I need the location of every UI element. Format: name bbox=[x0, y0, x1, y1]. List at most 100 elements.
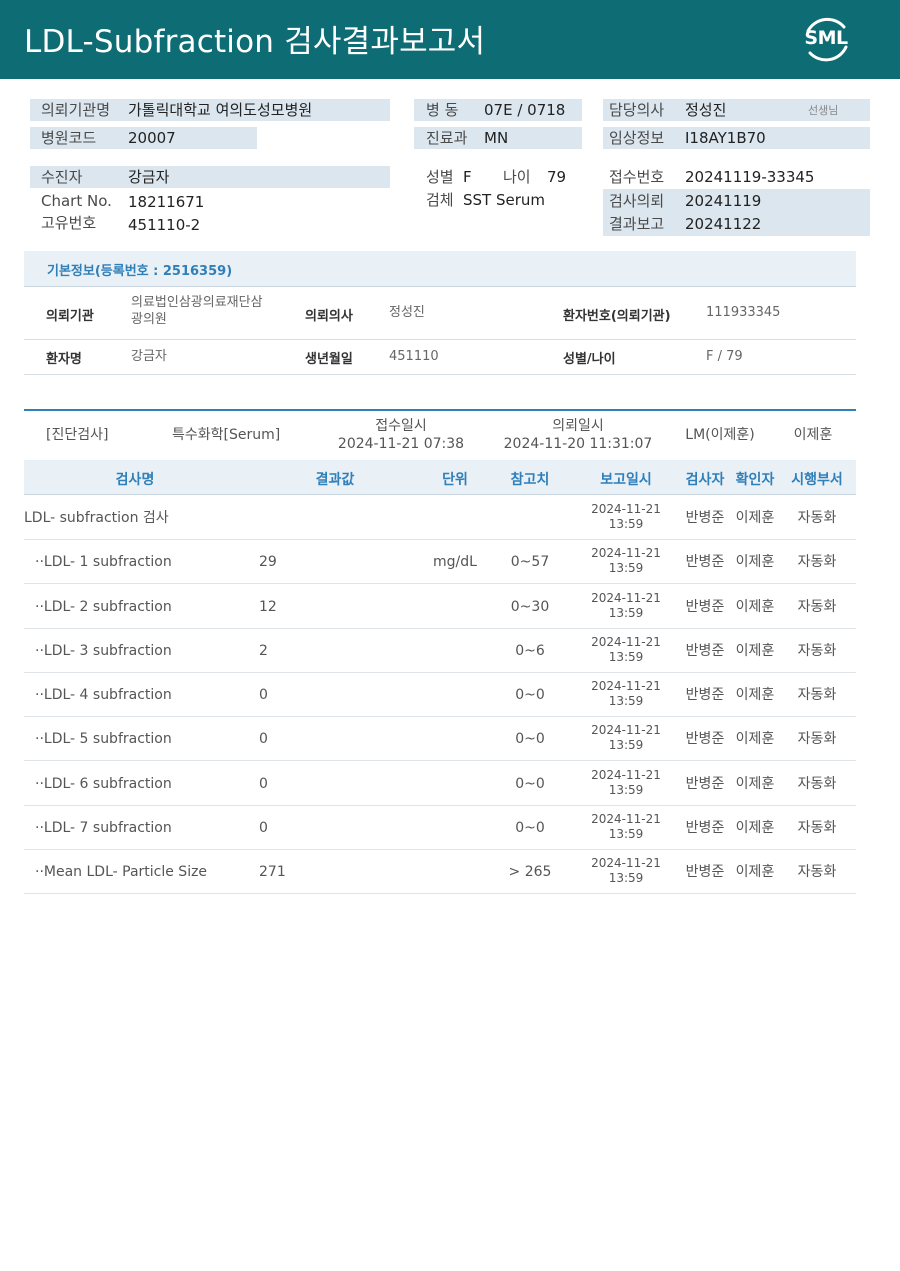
confirmer: 이제훈 bbox=[735, 731, 775, 748]
institution-value: 가톨릭대학교 여의도성모병원 bbox=[128, 101, 313, 119]
specimen-value: SST Serum bbox=[463, 191, 546, 209]
th-result: 결과값 bbox=[315, 472, 355, 488]
unique-value: 451110-2 bbox=[128, 216, 201, 234]
ward-value: 07E / 0718 bbox=[484, 101, 566, 119]
performing-dept: 자동화 bbox=[797, 554, 837, 571]
dept-value: MN bbox=[484, 129, 509, 147]
result-value: 12 bbox=[259, 598, 277, 615]
doctor-value: 정성진 bbox=[685, 101, 727, 119]
confirmer: 이제훈 bbox=[735, 554, 775, 571]
basic-k3: 성별/나이 bbox=[563, 352, 616, 367]
received-label: 접수일시 bbox=[375, 418, 427, 434]
result-value: 2 bbox=[259, 642, 268, 659]
basic-v2: 정성진 bbox=[389, 305, 425, 320]
meta-confirmer: 이제훈 bbox=[793, 427, 833, 443]
report-date: 2024-11-21 bbox=[591, 856, 661, 870]
reference-range: 0~0 bbox=[515, 687, 545, 703]
reference-range: 0~0 bbox=[515, 819, 545, 836]
test-name: LDL- subfraction 검사 bbox=[24, 510, 169, 526]
basic-v1: 의료법인삼광의료재단삼 광의원 bbox=[131, 295, 263, 327]
report-date: 2024-11-21 bbox=[591, 723, 661, 738]
tester: 반병준 bbox=[685, 731, 725, 748]
report-date: 2024-11-21 bbox=[591, 679, 661, 693]
result-value: 0 bbox=[259, 687, 268, 703]
reference-range: > 265 bbox=[508, 864, 552, 880]
patient-value: 강금자 bbox=[128, 168, 170, 186]
report-time: 13:59 bbox=[608, 782, 644, 797]
th-report-date: 보고일시 bbox=[600, 472, 652, 488]
table-row: ··LDL- 7 subfraction 0 0~0 2024-11-21 13:59 반… bbox=[24, 806, 856, 850]
reference-range: 0~0 bbox=[515, 775, 545, 792]
report-value: 20241122 bbox=[685, 215, 762, 233]
patient-label: 수진자 bbox=[41, 168, 83, 186]
tester: 반병준 bbox=[685, 598, 725, 615]
report-label: 결과보고 bbox=[609, 215, 665, 233]
report-date: 2024-11-21 bbox=[591, 590, 661, 605]
report-time: 13:59 bbox=[608, 694, 644, 708]
basic-v3: F / 79 bbox=[706, 349, 743, 364]
report-date: 2024-11-21 bbox=[591, 767, 661, 782]
report-time: 13:59 bbox=[608, 605, 644, 620]
doctor-suffix: 선생님 bbox=[808, 104, 839, 117]
patient-row bbox=[30, 166, 390, 188]
report-time: 13:59 bbox=[608, 517, 644, 531]
receipt-no-value: 20241119-33345 bbox=[685, 168, 815, 186]
sex-label: 성별 bbox=[426, 168, 454, 186]
reference-range: 0~30 bbox=[510, 598, 550, 615]
performing-dept: 자동화 bbox=[797, 864, 837, 880]
confirmer: 이제훈 bbox=[735, 510, 775, 526]
th-dept: 시행부서 bbox=[791, 472, 843, 488]
basic-info-row-2: 환자명 강금자 생년월일 451110 성별/나이 F / 79 bbox=[24, 340, 856, 375]
basic-info-row-1: 의뢰기관 의료법인삼광의료재단삼 광의원 의뢰의사 정성진 환자번호(의뢰기관)… bbox=[24, 287, 856, 340]
performing-dept: 자동화 bbox=[797, 642, 837, 659]
lm-name: LM(이제훈) bbox=[685, 427, 755, 443]
hospital-code-value: 20007 bbox=[128, 129, 176, 147]
confirmer: 이제훈 bbox=[735, 819, 775, 836]
performing-dept: 자동화 bbox=[797, 775, 837, 792]
basic-v2: 451110 bbox=[389, 349, 439, 364]
test-name: ··LDL- 6 subfraction bbox=[35, 775, 172, 792]
table-row: ··LDL- 6 subfraction 0 0~0 2024-11-21 13:59 반… bbox=[24, 762, 856, 806]
report-time: 13:59 bbox=[608, 649, 644, 664]
received-value: 2024-11-21 07:38 bbox=[337, 436, 465, 452]
table-row: ··LDL- 1 subfraction 29 mg/dL 0~57 2024-11-2… bbox=[24, 540, 856, 585]
confirmer: 이제훈 bbox=[735, 775, 775, 792]
dept-label: 진료과 bbox=[426, 129, 468, 147]
chart-value: 18211671 bbox=[128, 193, 205, 211]
report-time: 13:59 bbox=[608, 561, 644, 576]
sex-value: F bbox=[463, 168, 472, 186]
th-unit: 단위 bbox=[442, 472, 468, 488]
basic-k2: 의뢰의사 bbox=[305, 309, 353, 324]
age-label: 나이 bbox=[503, 168, 531, 186]
confirmer: 이제훈 bbox=[735, 864, 775, 880]
reference-range: 0~0 bbox=[515, 731, 545, 748]
receipt-no-label: 접수번호 bbox=[609, 168, 665, 186]
result-value: 0 bbox=[259, 775, 268, 792]
basic-info-title: 기본정보(등록번호 : 2516359) bbox=[47, 264, 233, 279]
test-name: ··LDL- 5 subfraction bbox=[35, 731, 172, 748]
basic-k1: 환자명 bbox=[46, 352, 82, 367]
tester: 반병준 bbox=[685, 775, 725, 792]
request-label: 검사의뢰 bbox=[609, 192, 665, 210]
request-value: 20241119 bbox=[685, 192, 762, 210]
confirmer: 이제훈 bbox=[735, 598, 775, 615]
result-subcategory: 특수화학[Serum] bbox=[172, 427, 281, 443]
report-date: 2024-11-21 bbox=[591, 502, 661, 516]
basic-v1: 강금자 bbox=[131, 349, 167, 364]
result-category: [진단검사] bbox=[46, 427, 109, 443]
basic-v3: 111933345 bbox=[706, 305, 781, 320]
result-table-header: 검사명 결과값 단위 참고치 보고일시 검사자 확인자 시행부서 bbox=[24, 460, 856, 495]
performing-dept: 자동화 bbox=[797, 687, 837, 703]
basic-info-header: 기본정보(등록번호 : 2516359) bbox=[24, 251, 856, 287]
specimen-label: 검체 bbox=[426, 191, 454, 209]
confirmer: 이제훈 bbox=[735, 687, 775, 703]
test-name: ··LDL- 3 subfraction bbox=[35, 642, 172, 659]
test-name: ··LDL- 2 subfraction bbox=[35, 598, 172, 615]
test-name: ··Mean LDL- Particle Size bbox=[35, 864, 208, 880]
performing-dept: 자동화 bbox=[797, 598, 837, 615]
th-reference: 참고치 bbox=[510, 472, 550, 488]
tester: 반병준 bbox=[685, 554, 725, 571]
report-time: 13:59 bbox=[608, 738, 644, 753]
confirmer: 이제훈 bbox=[735, 642, 775, 659]
clinical-label: 임상정보 bbox=[609, 129, 665, 147]
